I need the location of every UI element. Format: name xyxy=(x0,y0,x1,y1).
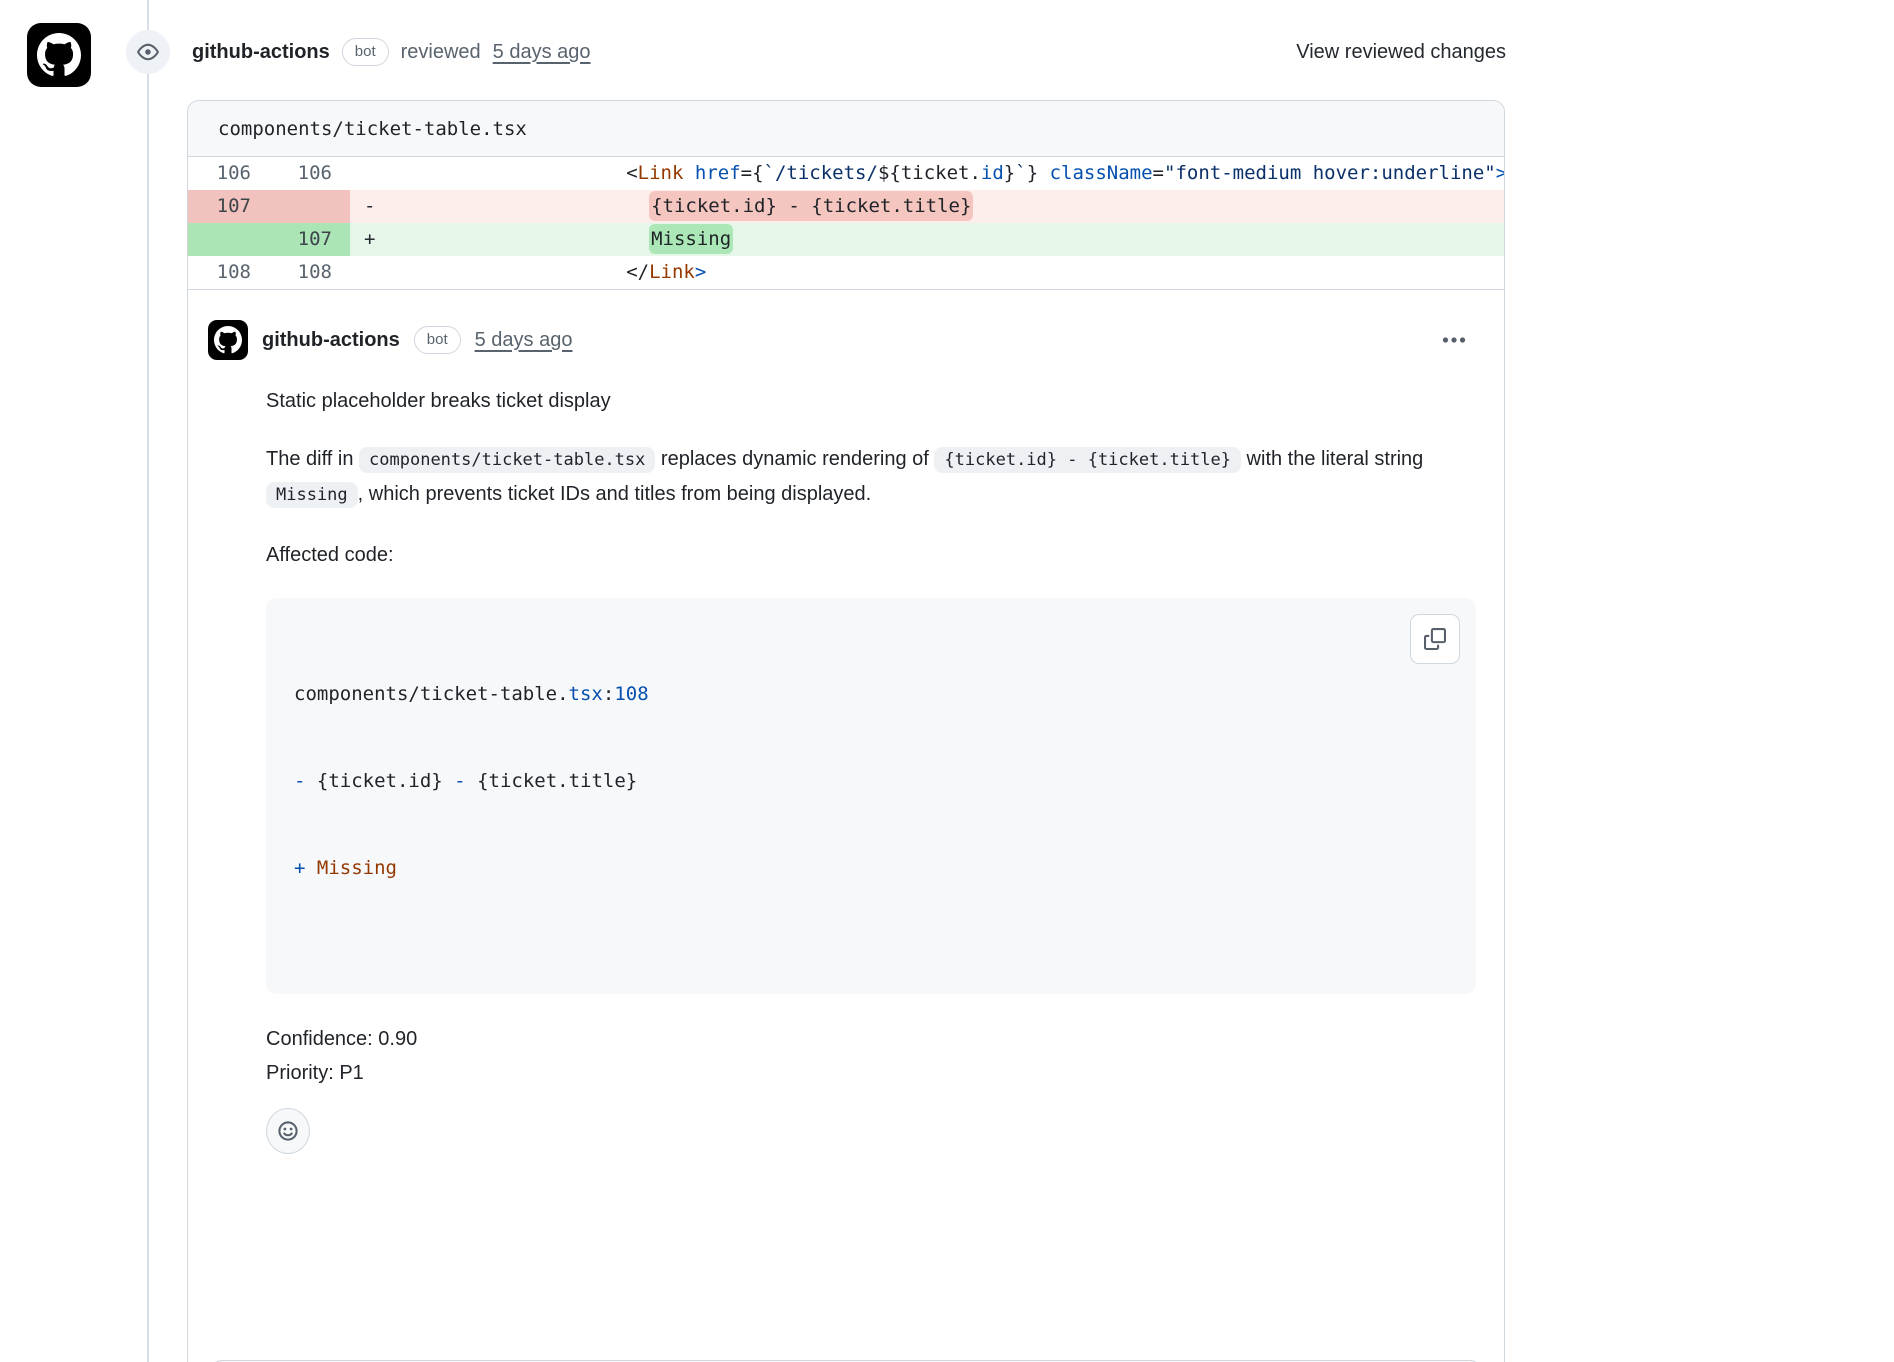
review-thread-card: components/ticket-table.tsx 106 106 <Lin… xyxy=(187,100,1505,1362)
copy-code-button[interactable] xyxy=(1410,614,1460,664)
comment-author-link[interactable]: github-actions xyxy=(262,329,400,352)
new-line-number xyxy=(269,190,350,223)
review-header: github-actions bot reviewed 5 days ago V… xyxy=(126,28,1506,76)
code-line: components/ticket-table.tsx:108 xyxy=(294,680,1448,709)
diff-code-line: Missing xyxy=(386,223,1504,256)
comment-title: Static placeholder breaks ticket display xyxy=(266,386,1476,416)
diff-row-context: 108 108 </Link> xyxy=(188,256,1504,289)
comment-options-button[interactable] xyxy=(1434,324,1474,356)
confidence-text: Confidence: 0.90 xyxy=(266,1022,1476,1056)
old-line-number xyxy=(188,223,269,256)
comment-author-avatar[interactable] xyxy=(208,320,248,360)
review-author-link[interactable]: github-actions xyxy=(192,41,330,64)
code-line: - {ticket.id} - {ticket.title} xyxy=(294,767,1448,796)
review-action-text: reviewed xyxy=(401,41,481,64)
comment-timestamp-link[interactable]: 5 days ago xyxy=(475,329,573,352)
diff-code-line: </Link> xyxy=(386,256,1504,289)
diff-filename: components/ticket-table.tsx xyxy=(218,118,527,140)
smiley-icon xyxy=(277,1120,299,1142)
bot-badge: bot xyxy=(414,326,461,354)
diff-marker: - xyxy=(350,190,386,223)
priority-text: Priority: P1 xyxy=(266,1056,1476,1090)
old-line-number: 107 xyxy=(188,190,269,223)
diff-row-deleted: 107 - {ticket.id} - {ticket.title} xyxy=(188,190,1504,223)
diff-file-header[interactable]: components/ticket-table.tsx xyxy=(188,101,1504,157)
view-reviewed-changes-link[interactable]: View reviewed changes xyxy=(1296,41,1506,64)
comment-header: github-actions bot 5 days ago xyxy=(208,320,1476,360)
bot-badge: bot xyxy=(342,38,389,66)
review-timestamp-link[interactable]: 5 days ago xyxy=(493,41,591,64)
comment: github-actions bot 5 days ago Static pla… xyxy=(188,289,1504,1154)
diff-row-context: 106 106 <Link href={`/tickets/${ticket.i… xyxy=(188,157,1504,190)
timeline-line xyxy=(147,0,149,1362)
new-line-number: 107 xyxy=(269,223,350,256)
diff-code-line: {ticket.id} - {ticket.title} xyxy=(386,190,1504,223)
new-line-number: 106 xyxy=(269,157,350,190)
diff-marker: + xyxy=(350,223,386,256)
old-line-number: 106 xyxy=(188,157,269,190)
diff-marker xyxy=(350,157,386,190)
diff-row-added: 107 + Missing xyxy=(188,223,1504,256)
github-octocat-icon xyxy=(37,33,81,77)
reviewer-avatar[interactable] xyxy=(27,23,91,87)
eye-icon xyxy=(126,30,170,74)
comment-paragraph: The diff in components/ticket-table.tsx … xyxy=(266,442,1476,512)
diff-marker xyxy=(350,256,386,289)
diff-code-line: <Link href={`/tickets/${ticket.id}`} cla… xyxy=(386,157,1504,190)
code-line: + Missing xyxy=(294,854,1448,883)
new-line-number: 108 xyxy=(269,256,350,289)
affected-code-block: components/ticket-table.tsx:108 - {ticke… xyxy=(266,598,1476,994)
diff-table: 106 106 <Link href={`/tickets/${ticket.i… xyxy=(188,157,1504,289)
github-octocat-icon xyxy=(214,326,242,354)
copy-icon xyxy=(1424,628,1446,650)
add-reaction-button[interactable] xyxy=(266,1108,310,1154)
comment-body: Static placeholder breaks ticket display… xyxy=(266,386,1476,1154)
kebab-horizontal-icon xyxy=(1441,327,1467,353)
comment-meta: Confidence: 0.90 Priority: P1 xyxy=(266,1022,1476,1090)
affected-code-label: Affected code: xyxy=(266,540,1476,570)
old-line-number: 108 xyxy=(188,256,269,289)
